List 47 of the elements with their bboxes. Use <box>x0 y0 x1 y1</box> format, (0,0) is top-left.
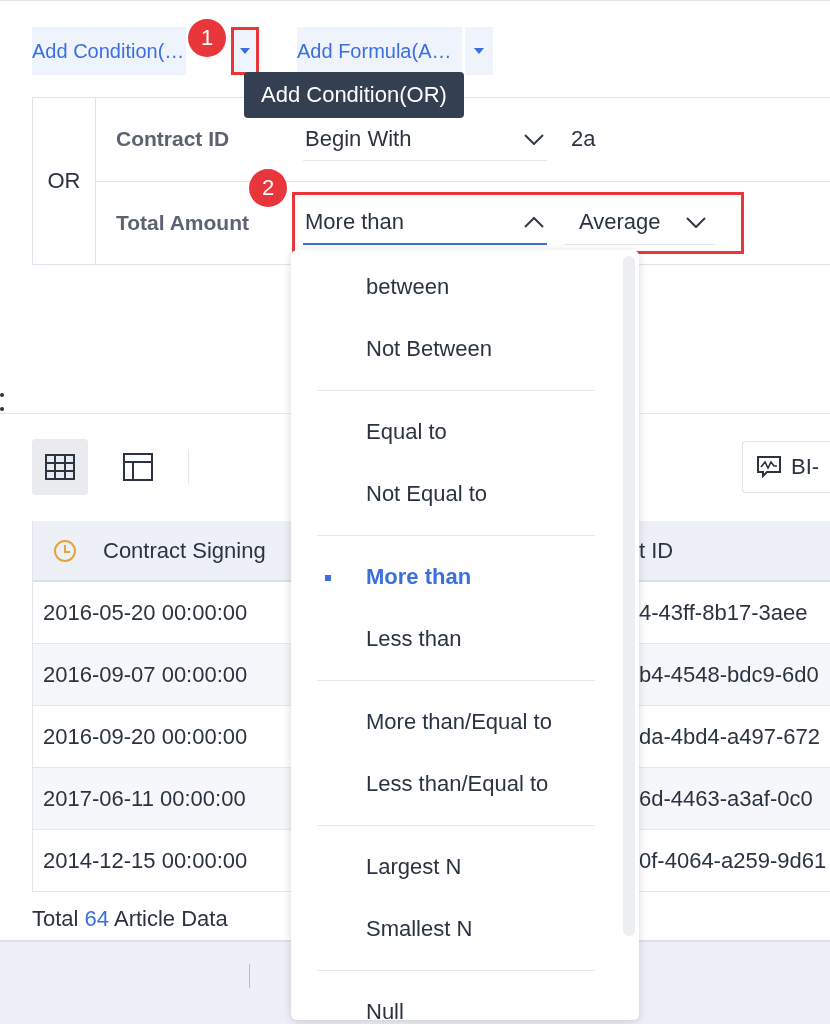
add-button[interactable]: Add Condition(… <box>32 27 186 75</box>
tooltip: Add Condition(OR) <box>244 72 464 118</box>
table-cell: 2016-09-07 00:00:00 <box>43 661 248 688</box>
caret-icon <box>473 48 484 54</box>
table-cell: 0f-4064-a259-9d61 <box>639 847 827 874</box>
table-cell: 2016-09-20 00:00:00 <box>43 723 248 750</box>
menu-item[interactable]: Smallest N <box>291 898 639 960</box>
menu-item[interactable]: More than/Equal to <box>291 691 639 753</box>
menu-item[interactable]: between <box>291 256 639 318</box>
chevron-icon <box>685 216 707 229</box>
table-view-tab[interactable] <box>32 439 88 495</box>
grid-icon <box>45 454 75 480</box>
menu-item[interactable]: Equal to <box>291 401 639 463</box>
add-button[interactable]: Add Formula(A… <box>297 27 462 75</box>
step-badge: 2 <box>249 168 287 207</box>
caret-icon <box>240 48 250 54</box>
bi-button[interactable]: BI- <box>742 441 830 493</box>
menu-item[interactable]: Less than/Equal to <box>291 753 639 815</box>
table-cell: 4-43ff-8b17-3aee <box>639 599 808 626</box>
table-cell: 2017-06-11 00:00:00 <box>43 785 246 812</box>
field-label: Total Amount <box>116 210 250 235</box>
table-cell: b4-4548-bdc9-6d0 <box>639 661 819 688</box>
menu-item[interactable]: Not Equal to <box>291 463 639 525</box>
chevron-icon <box>523 132 545 145</box>
field-label: Contract ID <box>116 127 231 152</box>
step-badge: 1 <box>188 19 226 57</box>
value-field[interactable]: 2a <box>565 126 830 153</box>
chevron-icon <box>523 215 545 228</box>
column-header: Contract Signing <box>103 537 266 564</box>
logic-label: OR <box>47 168 81 194</box>
menu-item[interactable]: More than <box>291 546 639 608</box>
menu-item[interactable]: Not Between <box>291 318 639 380</box>
menu-item[interactable]: Null <box>291 981 639 1020</box>
record-count: Total 64 Article Data <box>32 906 228 931</box>
column-header: t ID <box>639 537 674 564</box>
dropdown-toggle[interactable] <box>231 27 259 75</box>
menu-item[interactable]: Largest N <box>291 836 639 898</box>
table-cell: 6d-4463-a3af-0c0 <box>639 785 813 812</box>
clock-icon <box>53 538 77 563</box>
table-cell: da-4bd4-a497-672 <box>639 723 821 750</box>
menu-item[interactable]: Less than <box>291 608 639 670</box>
dropdown-toggle[interactable] <box>464 27 493 75</box>
table-cell: 2016-05-20 00:00:00 <box>43 599 248 626</box>
chart-icon <box>757 456 781 478</box>
layout-icon <box>123 453 153 481</box>
table-cell: 2014-12-15 00:00:00 <box>43 847 248 874</box>
drag-handle-icon[interactable] <box>0 393 4 411</box>
